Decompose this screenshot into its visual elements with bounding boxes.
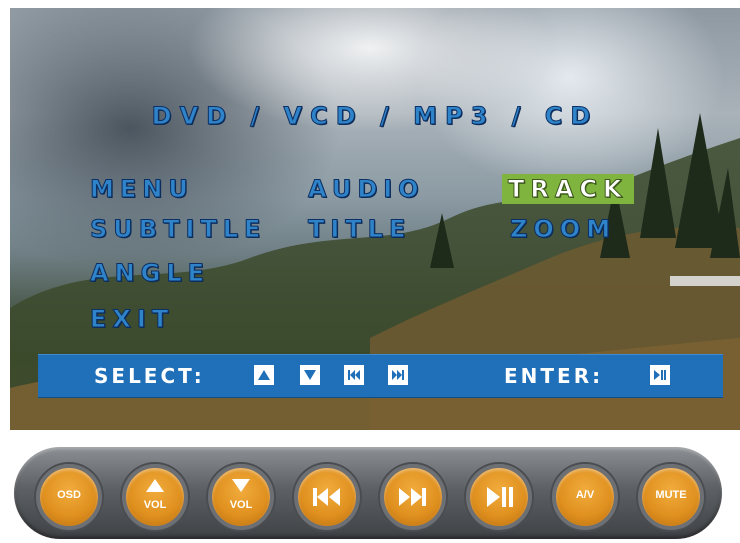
- next-icon: [399, 488, 426, 506]
- menu-item-track[interactable]: TRACK: [502, 174, 634, 204]
- remote-button-strip: OSD VOL VOL A/V MUTE: [14, 447, 722, 539]
- next-icon: [388, 365, 408, 385]
- navigation-hint-bar: SELECT: ENTER:: [38, 354, 723, 398]
- menu-item-exit[interactable]: EXIT: [89, 304, 174, 334]
- menu-item-menu[interactable]: MENU: [90, 174, 194, 204]
- down-icon: [300, 365, 320, 385]
- av-button[interactable]: A/V: [552, 464, 618, 530]
- menu-item-subtitle[interactable]: SUBTITLE: [89, 214, 266, 244]
- next-button[interactable]: [380, 464, 446, 530]
- previous-icon: [344, 365, 364, 385]
- volume-up-button[interactable]: VOL: [122, 464, 188, 530]
- play-pause-icon: [650, 365, 670, 385]
- osd-button[interactable]: OSD: [36, 464, 102, 530]
- menu-item-angle[interactable]: ANGLE: [89, 258, 210, 288]
- volume-up-icon: [146, 479, 164, 492]
- volume-down-icon: [232, 479, 250, 492]
- menu-item-title[interactable]: TITLE: [307, 214, 411, 244]
- play-pause-button[interactable]: [466, 464, 532, 530]
- play-pause-icon: [487, 487, 513, 507]
- volume-down-button[interactable]: VOL: [208, 464, 274, 530]
- previous-icon: [313, 488, 340, 506]
- mute-button[interactable]: MUTE: [638, 464, 704, 530]
- menu-item-audio[interactable]: AUDIO: [308, 174, 425, 204]
- osd-title: DVD / VCD / MP3 / CD: [151, 102, 599, 131]
- previous-button[interactable]: [294, 464, 360, 530]
- osd-screen: DVD / VCD / MP3 / CD MENU AUDIO TRACK SU…: [10, 8, 740, 430]
- select-label: SELECT:: [94, 364, 205, 388]
- enter-label: ENTER:: [504, 364, 604, 388]
- up-icon: [254, 365, 274, 385]
- menu-item-zoom[interactable]: ZOOM: [509, 214, 616, 244]
